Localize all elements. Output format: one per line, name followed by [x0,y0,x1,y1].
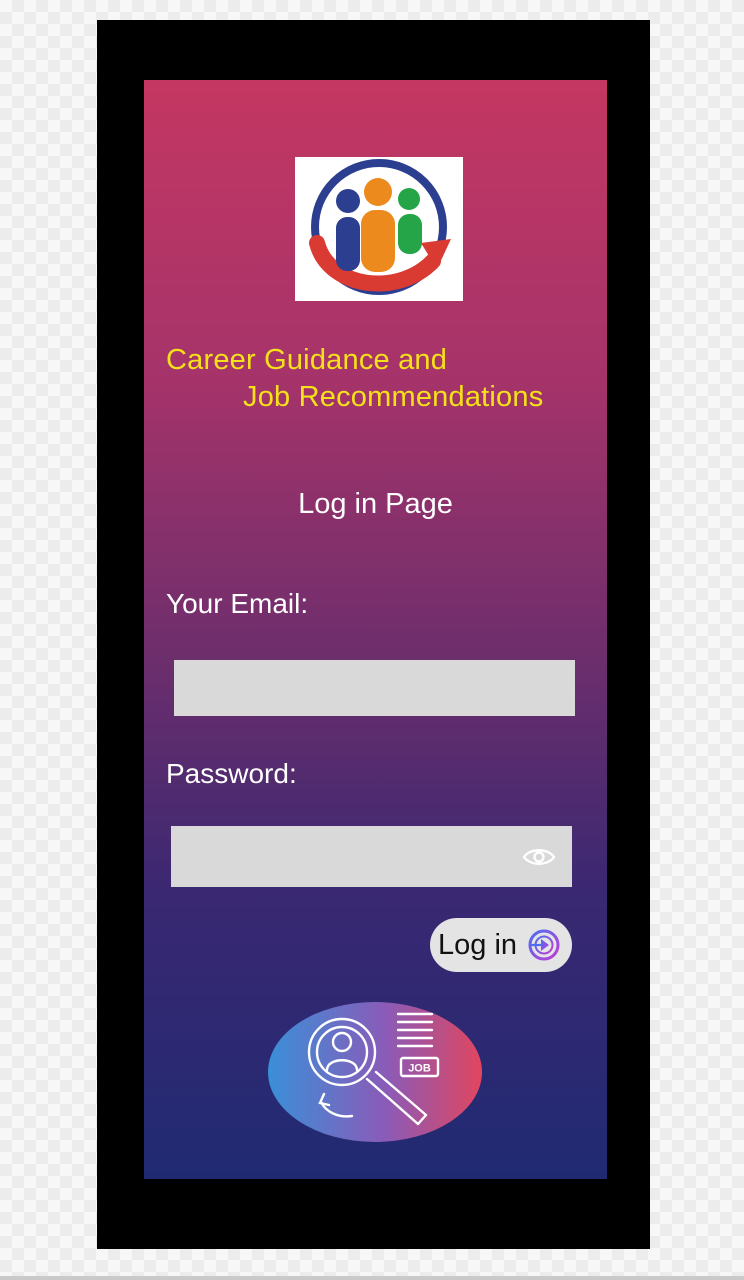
eye-icon[interactable] [522,846,556,868]
page-title: Log in Page [298,488,453,520]
app-title-line-1: Career Guidance and [166,344,448,376]
email-label: Your Email: [166,588,309,619]
password-label: Password: [166,758,297,789]
people-growth-arrow-icon [309,159,451,295]
job-search-illustration: JOB [268,1002,482,1142]
arrow-right-circle-icon [528,929,560,961]
password-field[interactable] [171,826,572,887]
login-screen: Career Guidance and Job Recommendations … [144,80,607,1179]
login-button[interactable]: Log in [430,918,572,972]
login-button-label: Log in [438,928,518,961]
app-logo [295,157,463,301]
app-title: Career Guidance and Job Recommendations [166,342,596,416]
job-badge-text: JOB [408,1063,431,1075]
app-title-line-2: Job Recommendations [243,381,544,413]
bottom-divider [0,1276,744,1280]
job-search-magnifier-icon: JOB [268,1002,482,1142]
email-field[interactable] [174,660,575,716]
